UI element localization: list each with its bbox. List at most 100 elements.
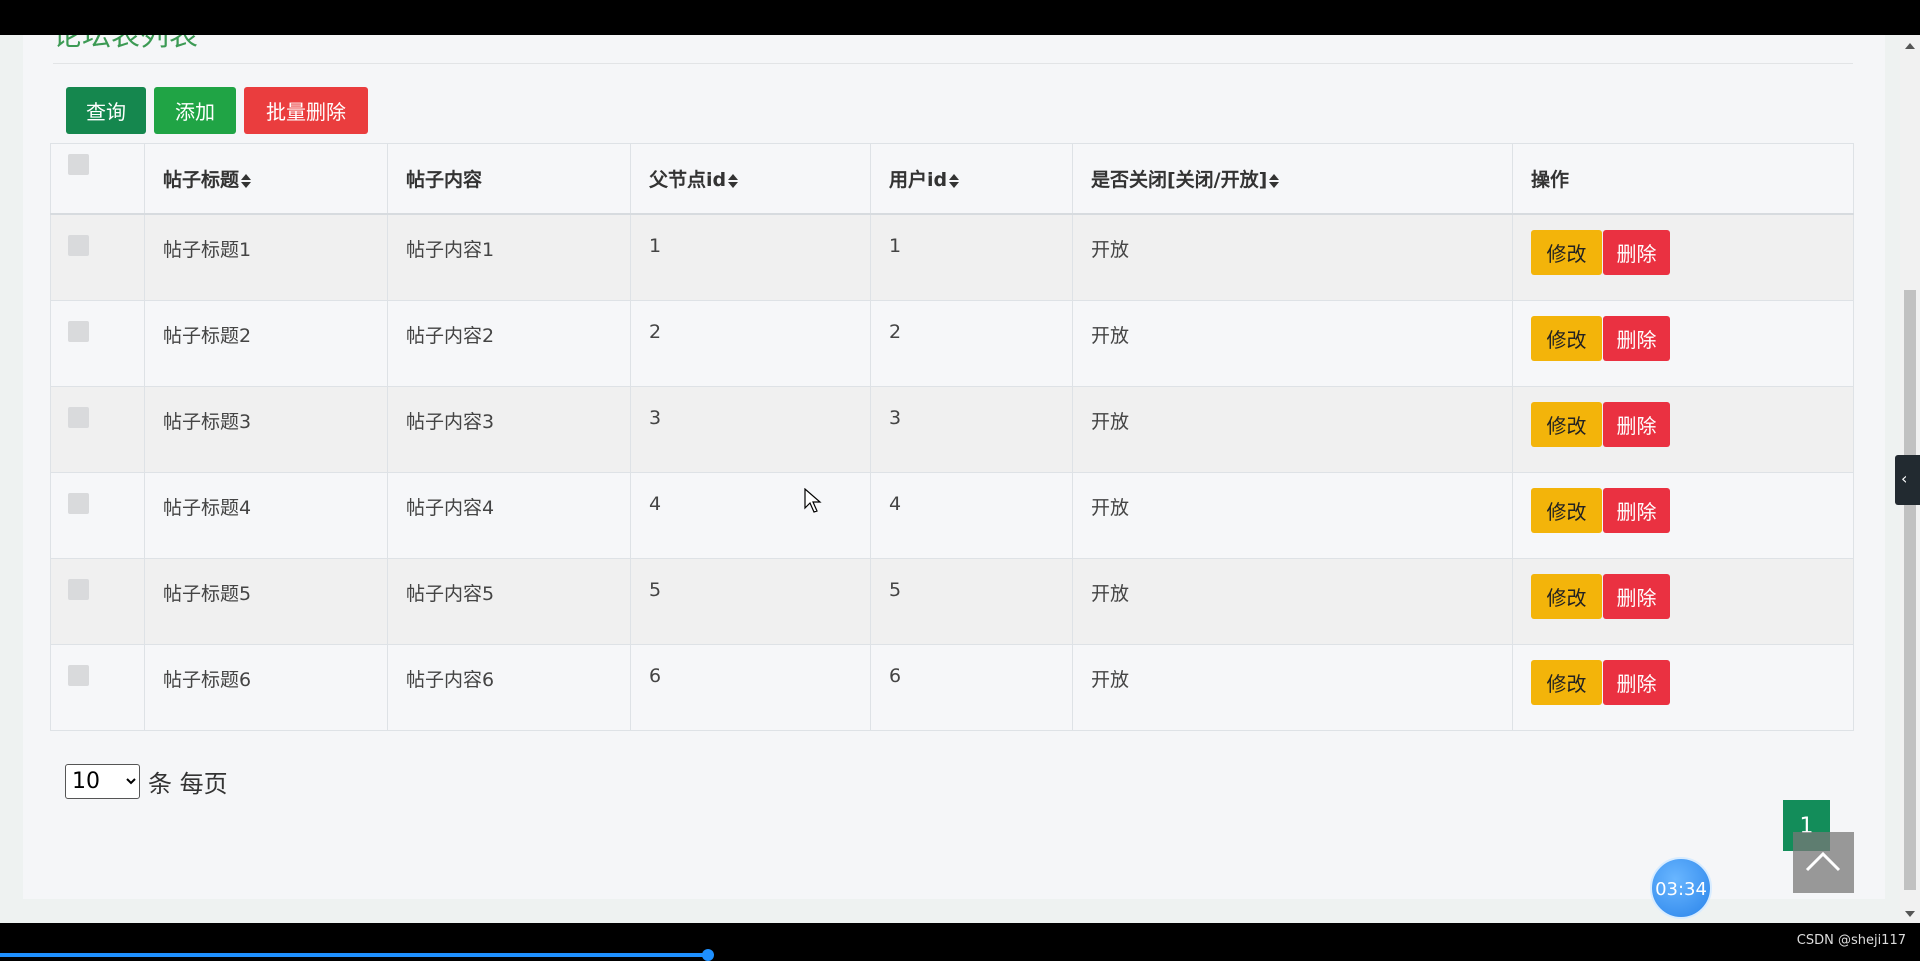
cell-status: 开放 bbox=[1072, 643, 1513, 731]
delete-button[interactable]: 删除 bbox=[1603, 573, 1670, 619]
edit-button[interactable]: 修改 bbox=[1531, 487, 1602, 533]
cell-status: 开放 bbox=[1072, 385, 1513, 473]
scroll-down-arrow-icon[interactable] bbox=[1905, 911, 1915, 917]
page-size-control: 10 条 每页 bbox=[65, 764, 228, 799]
header-user-id[interactable]: 用户id bbox=[870, 143, 1073, 215]
cell-parent-id: 5 bbox=[630, 557, 871, 645]
cell-status: 开放 bbox=[1072, 471, 1513, 559]
table-row: 帖子标题2 帖子内容2 2 2 开放 修改 删除 bbox=[50, 299, 1854, 387]
timer-badge: 03:34 bbox=[1650, 857, 1712, 919]
sort-icon[interactable] bbox=[948, 173, 960, 189]
video-top-bar bbox=[0, 0, 1920, 35]
forum-table: 帖子标题 帖子内容 父节点id 用户id 是否关闭[关闭/开放] 操作 帖子标题… bbox=[50, 143, 1854, 731]
side-panel-toggle[interactable]: ‹ bbox=[1895, 455, 1920, 505]
cell-user-id: 5 bbox=[870, 557, 1073, 645]
back-to-top-button[interactable] bbox=[1793, 832, 1854, 893]
header-parent-id[interactable]: 父节点id bbox=[630, 143, 871, 215]
header-actions: 操作 bbox=[1512, 143, 1854, 215]
query-button[interactable]: 查询 bbox=[66, 87, 146, 134]
header-status-label: 是否关闭[关闭/开放] bbox=[1091, 169, 1268, 191]
title-divider bbox=[53, 63, 1853, 64]
chevron-up-icon bbox=[1805, 851, 1841, 872]
cell-title: 帖子标题5 bbox=[144, 557, 388, 645]
scroll-up-arrow-icon[interactable] bbox=[1905, 43, 1915, 49]
table-row: 帖子标题6 帖子内容6 6 6 开放 修改 删除 bbox=[50, 643, 1854, 731]
row-checkbox[interactable] bbox=[68, 578, 89, 600]
scroll-thumb[interactable] bbox=[1904, 290, 1916, 890]
cell-user-id: 4 bbox=[870, 471, 1073, 559]
header-content: 帖子内容 bbox=[387, 143, 631, 215]
row-checkbox[interactable] bbox=[68, 320, 89, 342]
page-viewport: 论坛表列表 查询 添加 批量删除 帖子标题 帖子内容 父节点id 用户id 是否… bbox=[0, 35, 1920, 923]
cell-status: 开放 bbox=[1072, 213, 1513, 301]
table-row: 帖子标题5 帖子内容5 5 5 开放 修改 删除 bbox=[50, 557, 1854, 645]
header-actions-label: 操作 bbox=[1531, 169, 1570, 191]
row-select-cell bbox=[50, 471, 145, 559]
table-row: 帖子标题3 帖子内容3 3 3 开放 修改 删除 bbox=[50, 385, 1854, 473]
cell-parent-id: 6 bbox=[630, 643, 871, 731]
row-checkbox[interactable] bbox=[68, 664, 89, 686]
cell-actions: 修改 删除 bbox=[1512, 299, 1854, 387]
cell-title: 帖子标题2 bbox=[144, 299, 388, 387]
edit-button[interactable]: 修改 bbox=[1531, 315, 1602, 361]
header-title-label: 帖子标题 bbox=[163, 169, 240, 191]
header-select-all[interactable] bbox=[50, 143, 145, 215]
cell-parent-id: 4 bbox=[630, 471, 871, 559]
row-select-cell bbox=[50, 385, 145, 473]
table-header-row: 帖子标题 帖子内容 父节点id 用户id 是否关闭[关闭/开放] 操作 bbox=[50, 143, 1854, 215]
cell-user-id: 1 bbox=[870, 213, 1073, 301]
video-progress-bar[interactable] bbox=[0, 953, 708, 957]
header-status[interactable]: 是否关闭[关闭/开放] bbox=[1072, 143, 1513, 215]
cell-content: 帖子内容2 bbox=[387, 299, 631, 387]
cell-actions: 修改 删除 bbox=[1512, 471, 1854, 559]
header-user-id-label: 用户id bbox=[889, 169, 948, 191]
edit-button[interactable]: 修改 bbox=[1531, 573, 1602, 619]
batch-delete-button[interactable]: 批量删除 bbox=[244, 87, 368, 134]
cell-user-id: 2 bbox=[870, 299, 1073, 387]
row-select-cell bbox=[50, 643, 145, 731]
delete-button[interactable]: 删除 bbox=[1603, 401, 1670, 447]
delete-button[interactable]: 删除 bbox=[1603, 659, 1670, 705]
cell-title: 帖子标题6 bbox=[144, 643, 388, 731]
page-size-select[interactable]: 10 bbox=[65, 764, 140, 799]
row-select-cell bbox=[50, 213, 145, 301]
video-progress-handle[interactable] bbox=[702, 949, 714, 961]
delete-button[interactable]: 删除 bbox=[1603, 315, 1670, 361]
row-checkbox[interactable] bbox=[68, 235, 89, 256]
cell-parent-id: 1 bbox=[630, 213, 871, 301]
row-select-cell bbox=[50, 299, 145, 387]
cell-content: 帖子内容1 bbox=[387, 213, 631, 301]
cell-actions: 修改 删除 bbox=[1512, 213, 1854, 301]
content-panel: 论坛表列表 查询 添加 批量删除 帖子标题 帖子内容 父节点id 用户id 是否… bbox=[23, 35, 1885, 899]
video-bottom-bar: CSDN @sheji117 bbox=[0, 923, 1920, 961]
cell-user-id: 6 bbox=[870, 643, 1073, 731]
sort-icon[interactable] bbox=[727, 173, 739, 189]
edit-button[interactable]: 修改 bbox=[1531, 401, 1602, 447]
select-all-checkbox[interactable] bbox=[68, 153, 89, 175]
row-checkbox[interactable] bbox=[68, 406, 89, 428]
table-row: 帖子标题1 帖子内容1 1 1 开放 修改 删除 bbox=[50, 213, 1854, 301]
cell-actions: 修改 删除 bbox=[1512, 385, 1854, 473]
header-content-label: 帖子内容 bbox=[406, 169, 483, 191]
cell-parent-id: 2 bbox=[630, 299, 871, 387]
cell-status: 开放 bbox=[1072, 557, 1513, 645]
delete-button[interactable]: 删除 bbox=[1603, 487, 1670, 533]
cell-actions: 修改 删除 bbox=[1512, 643, 1854, 731]
delete-button[interactable]: 删除 bbox=[1603, 230, 1670, 275]
sort-icon[interactable] bbox=[1268, 173, 1280, 189]
page-title: 论坛表列表 bbox=[53, 35, 199, 52]
chevron-left-icon: ‹ bbox=[1901, 469, 1908, 488]
edit-button[interactable]: 修改 bbox=[1531, 659, 1602, 705]
watermark: CSDN @sheji117 bbox=[1796, 933, 1906, 948]
header-title[interactable]: 帖子标题 bbox=[144, 143, 388, 215]
cell-title: 帖子标题3 bbox=[144, 385, 388, 473]
cell-actions: 修改 删除 bbox=[1512, 557, 1854, 645]
edit-button[interactable]: 修改 bbox=[1531, 230, 1602, 275]
add-button[interactable]: 添加 bbox=[154, 87, 236, 134]
sort-icon[interactable] bbox=[240, 173, 252, 189]
row-select-cell bbox=[50, 557, 145, 645]
cell-user-id: 3 bbox=[870, 385, 1073, 473]
cell-status: 开放 bbox=[1072, 299, 1513, 387]
row-checkbox[interactable] bbox=[68, 492, 89, 514]
header-parent-id-label: 父节点id bbox=[649, 169, 727, 191]
